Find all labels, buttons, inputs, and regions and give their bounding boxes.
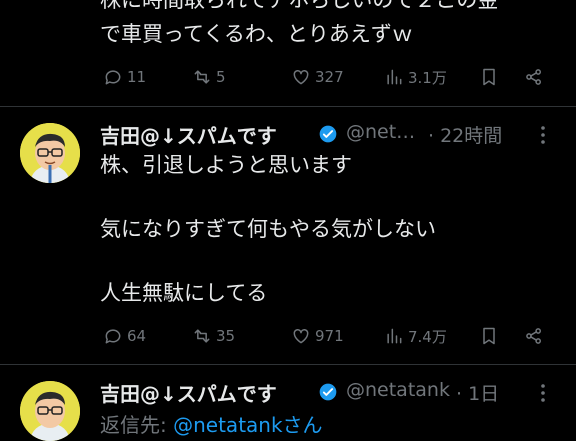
tweet-text-line: 株、引退しようと思います	[100, 153, 352, 177]
bookmark-button[interactable]	[479, 321, 499, 351]
like-button[interactable]: 327	[291, 62, 344, 92]
like-icon	[293, 69, 309, 85]
avatar-illustration-icon	[20, 381, 80, 441]
retweet-button[interactable]: 5	[192, 62, 226, 92]
verified-badge-icon	[319, 125, 337, 143]
timestamp[interactable]: · 1日	[456, 379, 499, 406]
share-button[interactable]	[524, 321, 544, 351]
share-icon	[526, 328, 541, 344]
like-count: 971	[315, 327, 344, 345]
tweet-text-line: 株に時間取られてアホらしいので２この金	[100, 0, 499, 12]
tweet-divider	[0, 106, 576, 107]
reply-icon	[105, 70, 121, 85]
reply-icon	[105, 329, 121, 344]
like-icon	[293, 328, 309, 344]
views-button[interactable]: 7.4万	[384, 321, 447, 351]
reply-to-link[interactable]: @netatankさん	[173, 413, 322, 437]
handle[interactable]: @net…	[346, 121, 415, 143]
reply-button[interactable]: 64	[103, 321, 146, 351]
views-icon	[387, 69, 402, 85]
share-button[interactable]	[524, 62, 544, 92]
tweet-divider	[0, 364, 576, 365]
avatar-illustration-icon	[20, 123, 80, 183]
display-name[interactable]: 吉田@↓スパムです	[100, 120, 277, 149]
tweet-text-line: 気になりすぎて何もやる気がしない	[100, 217, 436, 241]
reply-context: 返信先: @netatankさん	[100, 409, 323, 438]
display-name[interactable]: 吉田@↓スパムです	[100, 378, 277, 407]
views-icon	[387, 328, 402, 344]
bookmark-icon	[483, 327, 495, 345]
tweet-actions: 11 5 327 3.1万	[0, 62, 576, 92]
retweet-count: 5	[216, 68, 226, 86]
more-icon[interactable]	[531, 123, 555, 147]
retweet-icon	[194, 329, 210, 343]
bookmark-button[interactable]	[479, 62, 499, 92]
like-count: 327	[315, 68, 344, 86]
avatar[interactable]	[20, 123, 80, 183]
retweet-icon	[194, 70, 210, 84]
bookmark-icon	[483, 68, 495, 86]
views-button[interactable]: 3.1万	[384, 62, 447, 92]
more-icon[interactable]	[531, 381, 555, 405]
tweet-text-line: で車買ってくるわ、とりあえずｗ	[100, 22, 413, 46]
retweet-button[interactable]: 35	[192, 321, 235, 351]
verified-badge-icon	[319, 383, 337, 401]
reply-count: 11	[127, 68, 147, 86]
tweet-text-line: 人生無駄にしてる	[100, 281, 268, 305]
like-button[interactable]: 971	[291, 321, 344, 351]
retweet-count: 35	[216, 327, 236, 345]
handle[interactable]: @netatank	[346, 379, 450, 401]
reply-button[interactable]: 11	[103, 62, 146, 92]
tweet-actions: 64 35 971 7.4万	[0, 321, 576, 351]
avatar[interactable]	[20, 381, 80, 441]
reply-count: 64	[127, 327, 147, 345]
views-count: 3.1万	[408, 68, 447, 87]
share-icon	[526, 69, 541, 85]
views-count: 7.4万	[408, 327, 447, 346]
timestamp[interactable]: · 22時間	[428, 121, 502, 148]
reply-prefix: 返信先:	[100, 413, 174, 437]
